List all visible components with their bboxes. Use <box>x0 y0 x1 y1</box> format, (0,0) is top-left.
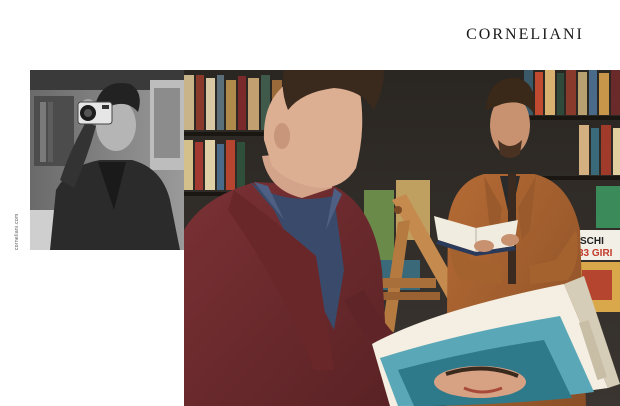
record-sign-33-giri: 33 GIRI <box>578 248 613 259</box>
photo-men-reading-books: SCHI 33 GIRI <box>184 70 620 406</box>
record-sign-schi: SCHI <box>580 236 604 247</box>
side-url-text: corneliani.com <box>14 213 20 250</box>
brand-logo: CORNELIANI <box>466 26 584 43</box>
photo-man-with-camera <box>30 70 184 250</box>
